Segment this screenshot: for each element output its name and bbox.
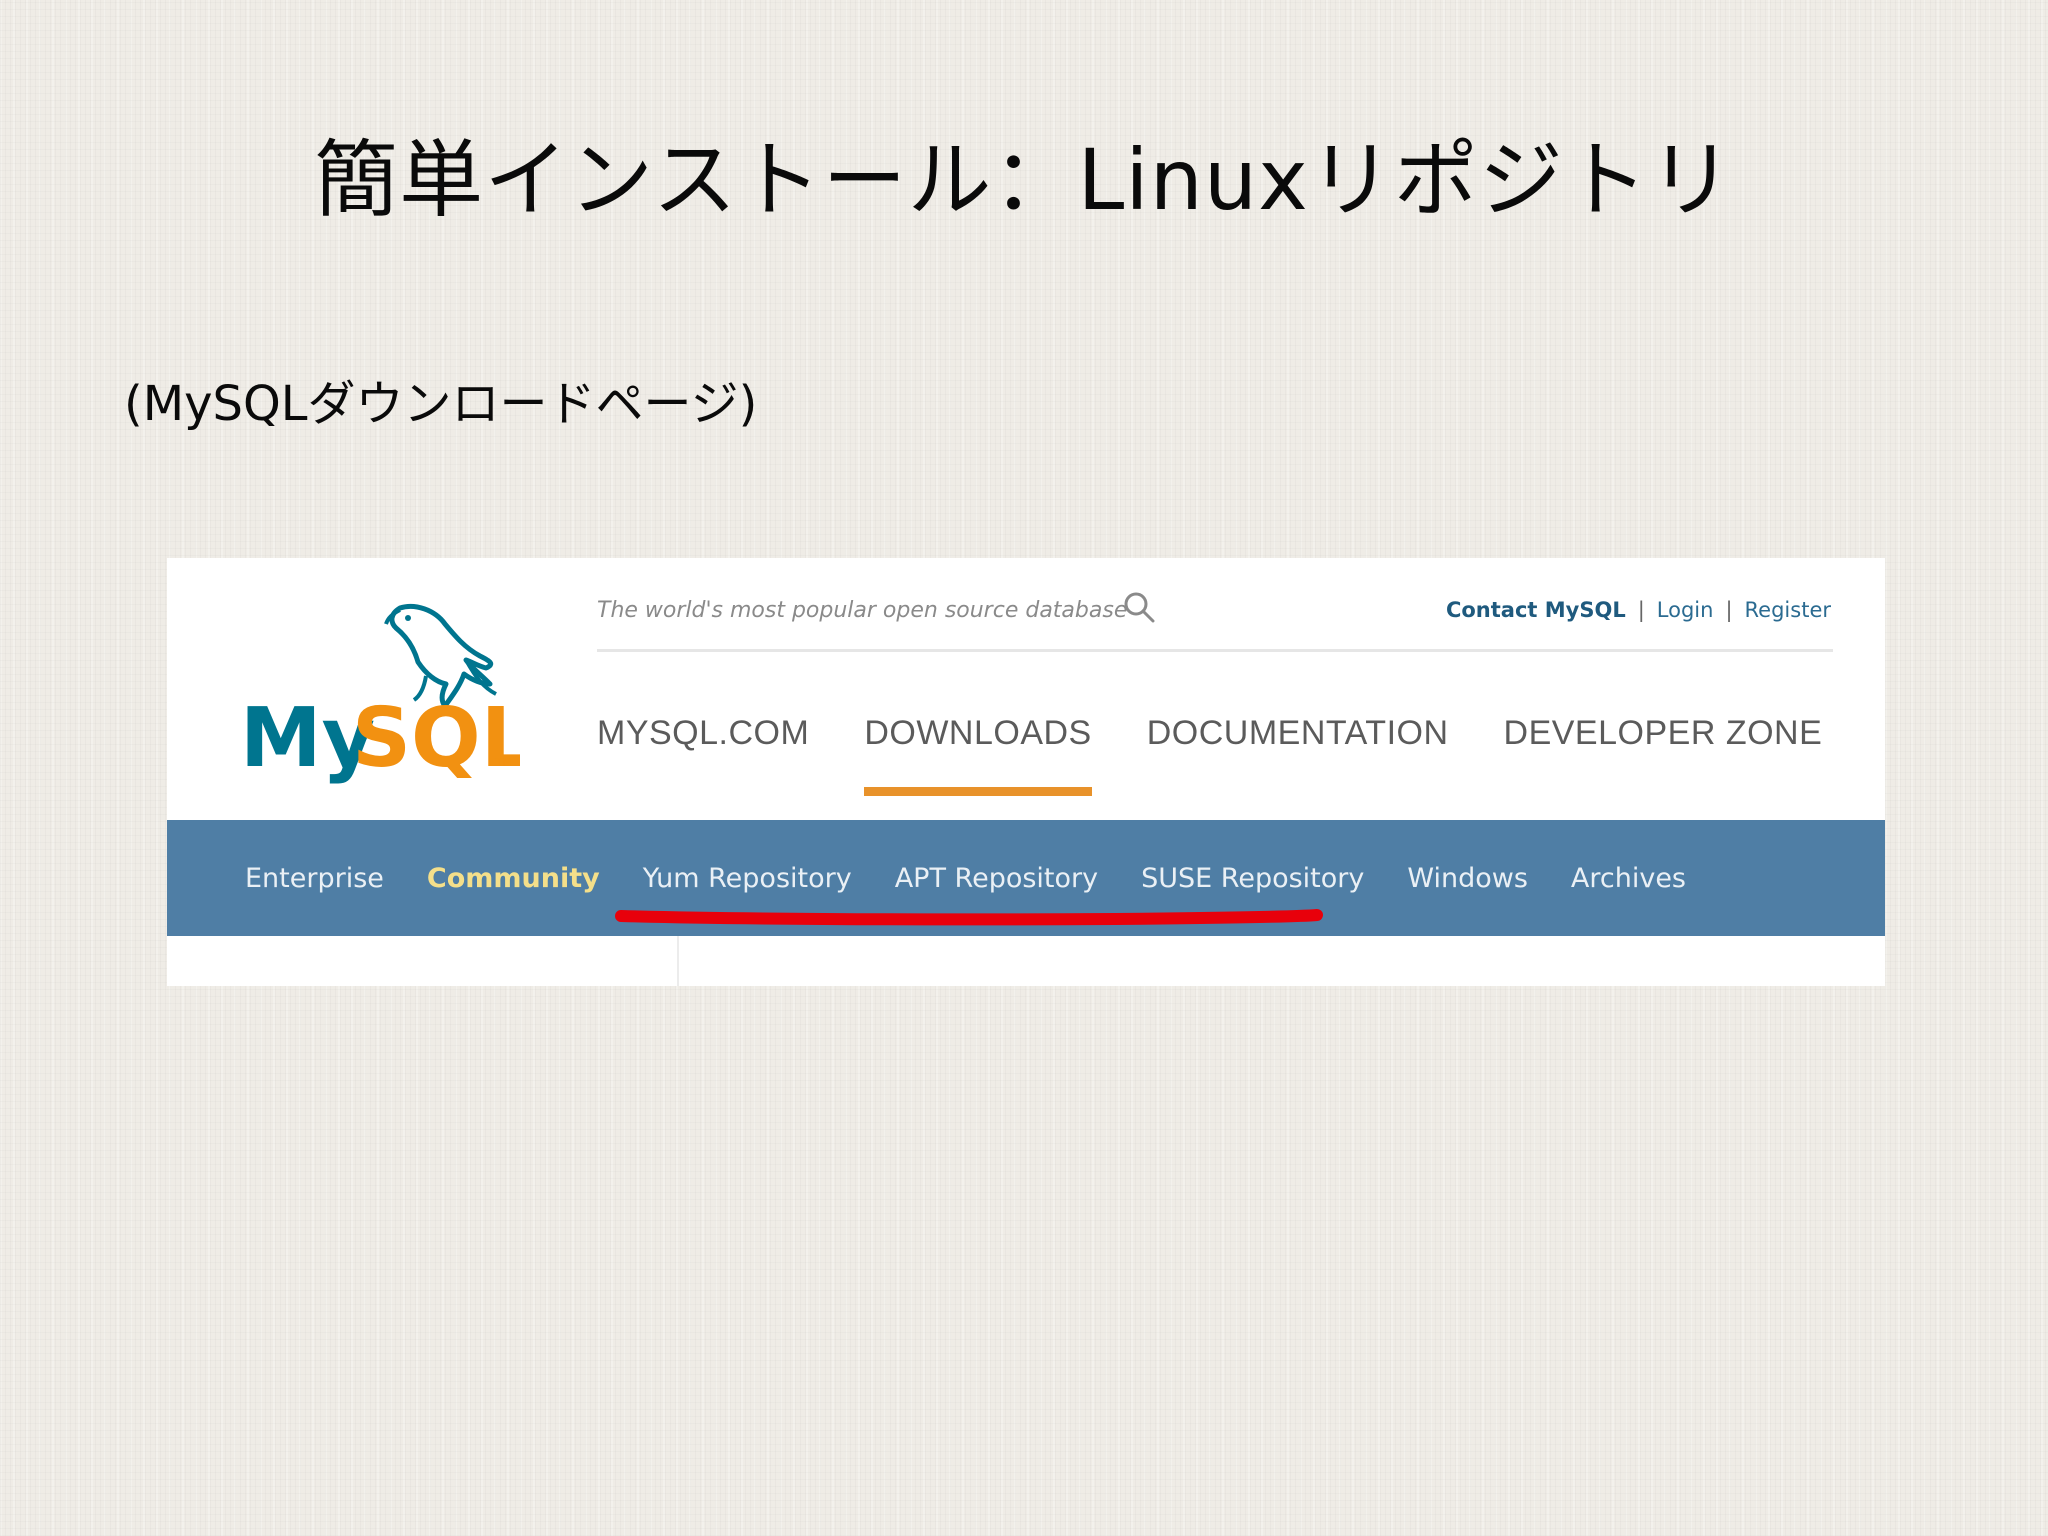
nav-mysql-com[interactable]: MYSQL.COM xyxy=(597,708,809,758)
nav-documentation[interactable]: DOCUMENTATION xyxy=(1147,708,1449,758)
content-divider xyxy=(677,936,679,986)
top-links: Contact MySQL | Login | Register xyxy=(1446,598,1831,622)
main-nav: MYSQL.COM DOWNLOADS DOCUMENTATION DEVELO… xyxy=(597,708,1877,796)
mysql-logo[interactable]: My SQL TM xyxy=(240,588,520,798)
header-divider xyxy=(597,649,1833,652)
subnav-apt-repository[interactable]: APT Repository xyxy=(895,863,1098,894)
subnav-suse-repository[interactable]: SUSE Repository xyxy=(1141,863,1364,894)
repository-highlight-underline xyxy=(615,906,1323,926)
search-icon[interactable] xyxy=(1120,588,1160,628)
link-separator: | xyxy=(1725,598,1733,622)
link-separator: | xyxy=(1637,598,1645,622)
subnav-windows[interactable]: Windows xyxy=(1407,863,1528,894)
subnav-community[interactable]: Community xyxy=(427,863,600,894)
slide-subtitle: (MySQLダウンロードページ) xyxy=(124,376,758,432)
mysql-download-page-screenshot: My SQL TM The world's most popular open … xyxy=(167,558,1885,986)
tagline: The world's most popular open source dat… xyxy=(597,598,1128,623)
subnav-yum-repository[interactable]: Yum Repository xyxy=(643,863,852,894)
slide-title: 簡単インストール：Linuxリポジトリ xyxy=(314,131,1734,229)
logo-text-sql: SQL xyxy=(352,691,520,786)
contact-mysql-link[interactable]: Contact MySQL xyxy=(1446,598,1626,622)
login-link[interactable]: Login xyxy=(1657,598,1714,622)
logo-tm: TM xyxy=(495,756,512,769)
nav-developer-zone[interactable]: DEVELOPER ZONE xyxy=(1504,708,1823,758)
nav-downloads[interactable]: DOWNLOADS xyxy=(864,708,1093,796)
register-link[interactable]: Register xyxy=(1745,598,1831,622)
subnav-enterprise[interactable]: Enterprise xyxy=(245,863,384,894)
subnav-archives[interactable]: Archives xyxy=(1571,863,1686,894)
dolphin-icon: My SQL TM xyxy=(240,603,520,786)
